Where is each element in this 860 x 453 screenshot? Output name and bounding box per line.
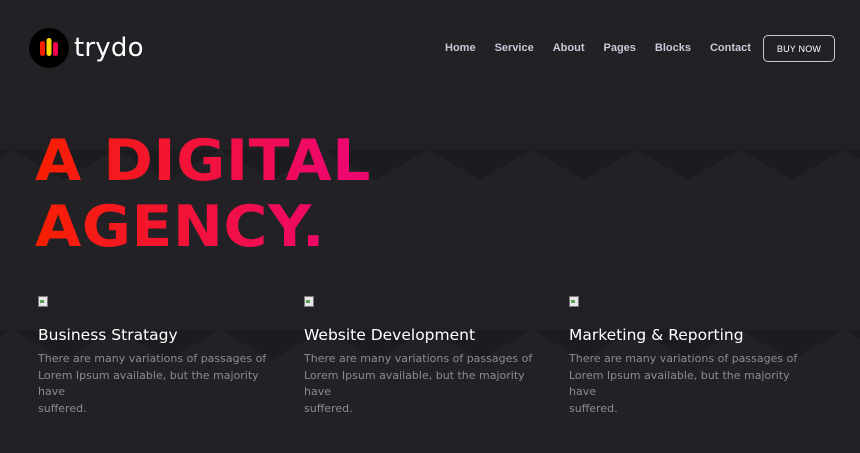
service-description-line: There are many variations of passages of [569,352,798,365]
service-description: There are many variations of passages of… [304,351,554,417]
service-description-line: suffered. [304,401,353,415]
services-section: Business Stratagy There are many variati… [38,296,838,416]
service-title: Business Stratagy [38,326,178,344]
nav-item-about[interactable]: About [553,41,585,55]
hero-title-line-2: AGENCY. [35,194,326,260]
service-description-line: suffered. [569,401,618,415]
service-description-line: Lorem Ipsum available, but the majority … [569,368,790,399]
broken-image-icon [304,296,314,307]
hero-title: A DIGITAL AGENCY. [35,128,371,260]
service-description-line: Lorem Ipsum available, but the majority … [304,368,525,399]
service-description-line: There are many variations of passages of [38,352,267,365]
service-title: Website Development [304,326,476,344]
service-description: There are many variations of passages of… [569,351,819,417]
nav-item-service[interactable]: Service [495,41,534,55]
brand-name: trydo [74,33,144,63]
brand-logo[interactable]: trydo [29,27,144,69]
service-description: There are many variations of passages of… [38,351,288,417]
site-header: trydo Home Service About Pages Blocks Co… [0,0,860,96]
logo-mark-icon [29,28,69,68]
service-description-line: suffered. [38,401,87,415]
broken-image-icon [569,296,579,307]
nav-item-home[interactable]: Home [445,41,476,55]
service-description-line: There are many variations of passages of [304,352,533,365]
service-description-line: Lorem Ipsum available, but the majority … [38,368,259,399]
nav-item-contact[interactable]: Contact [710,41,751,55]
nav-item-blocks[interactable]: Blocks [655,41,691,55]
service-card: Business Stratagy There are many variati… [38,296,288,417]
hero-title-line-1: A DIGITAL [35,128,371,194]
buy-now-button[interactable]: BUY NOW [763,35,835,62]
main-navigation: Home Service About Pages Blocks Contact [445,41,770,55]
service-card: Website Development There are many varia… [304,296,554,417]
service-title: Marketing & Reporting [569,326,744,344]
broken-image-icon [38,296,48,307]
service-card: Marketing & Reporting There are many var… [569,296,819,417]
nav-item-pages[interactable]: Pages [603,41,635,55]
